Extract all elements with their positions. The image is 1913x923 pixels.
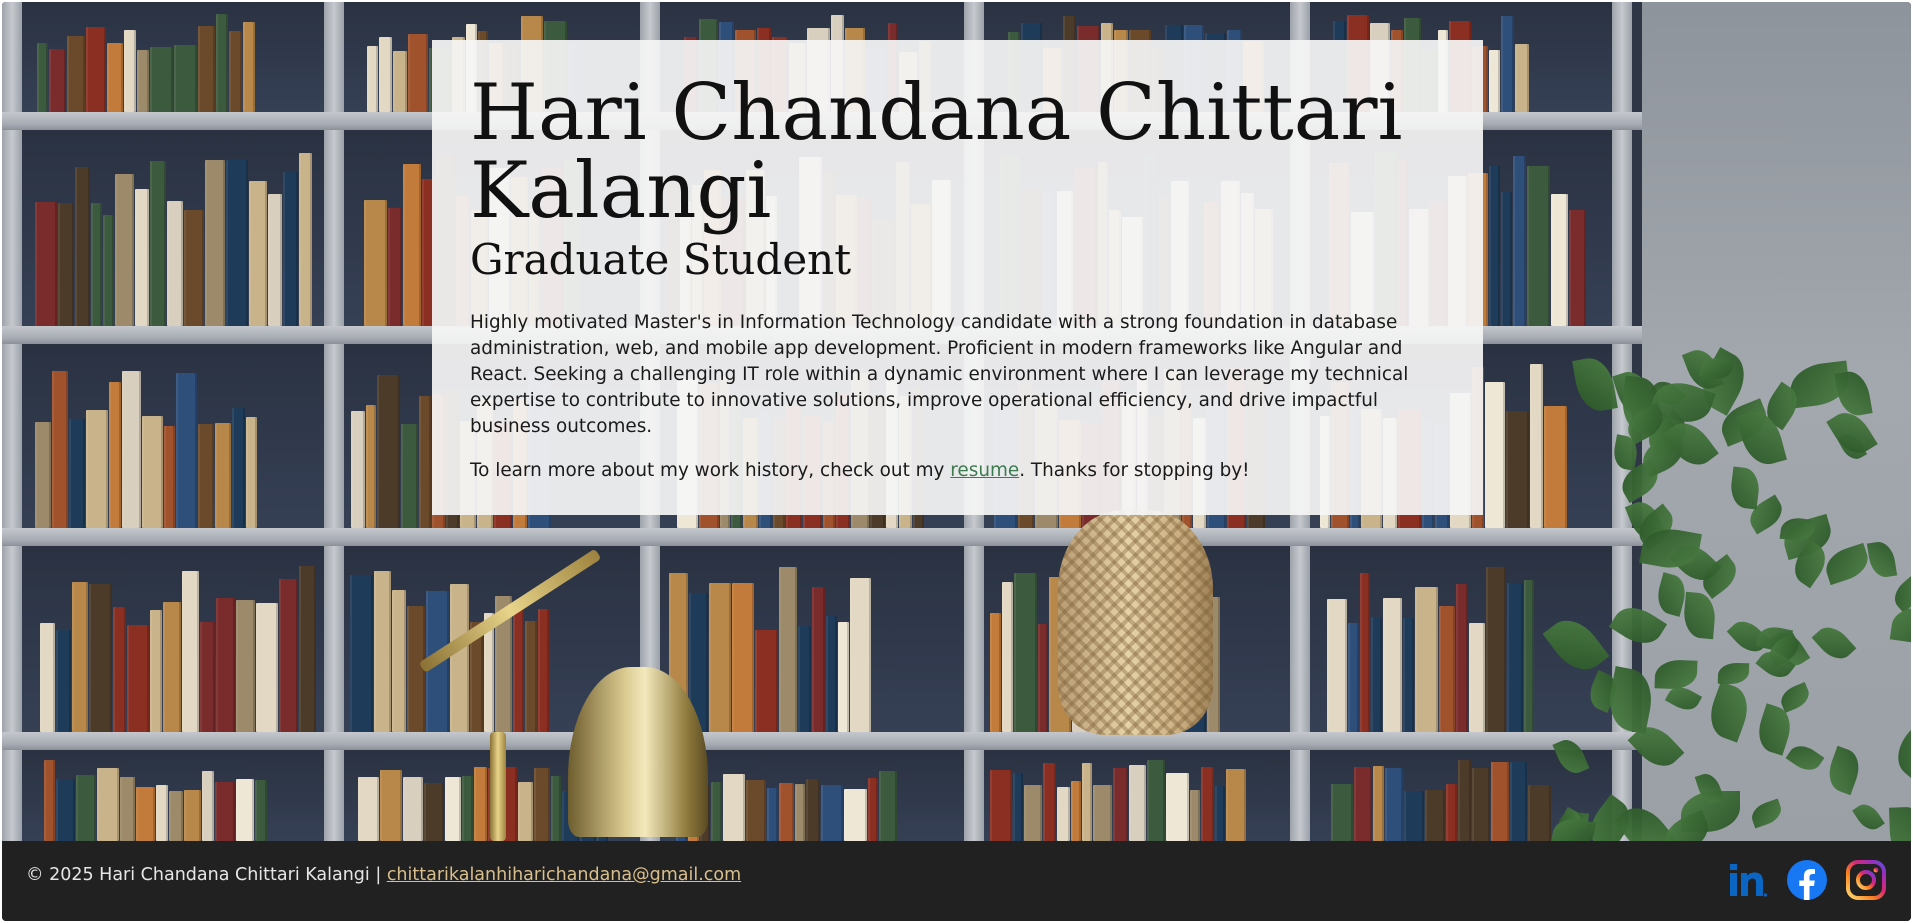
copyright-text: © 2025 Hari Chandana Chittari Kalangi | xyxy=(26,865,387,885)
page-title: Hari Chandana Chittari Kalangi xyxy=(470,68,1403,236)
instagram-icon xyxy=(1846,860,1886,900)
summary-paragraph: Highly motivated Master's in Information… xyxy=(470,312,1409,437)
footer-copyright: © 2025 Hari Chandana Chittari Kalangi | … xyxy=(26,863,741,887)
linkedin-link[interactable] xyxy=(1727,859,1769,901)
instagram-link[interactable] xyxy=(1845,859,1887,901)
job-title: Graduate Student xyxy=(470,235,852,284)
facebook-icon xyxy=(1787,860,1827,900)
email-link[interactable]: chittarikalanhiharichandana@gmail.com xyxy=(387,865,741,885)
resume-paragraph: To learn more about my work history, che… xyxy=(470,458,1445,484)
resume-text-after: . Thanks for stopping by! xyxy=(1019,460,1250,481)
social-links xyxy=(1727,859,1887,901)
footer: © 2025 Hari Chandana Chittari Kalangi | … xyxy=(2,841,1911,921)
resume-text-before: To learn more about my work history, che… xyxy=(470,460,951,481)
intro-card: Hari Chandana Chittari Kalangi Graduate … xyxy=(432,40,1483,515)
facebook-link[interactable] xyxy=(1786,859,1828,901)
woven-vase xyxy=(1058,510,1213,735)
page-frame: Hari Chandana Chittari Kalangi Graduate … xyxy=(2,2,1911,921)
resume-link[interactable]: resume xyxy=(950,460,1019,481)
linkedin-icon xyxy=(1730,864,1768,897)
